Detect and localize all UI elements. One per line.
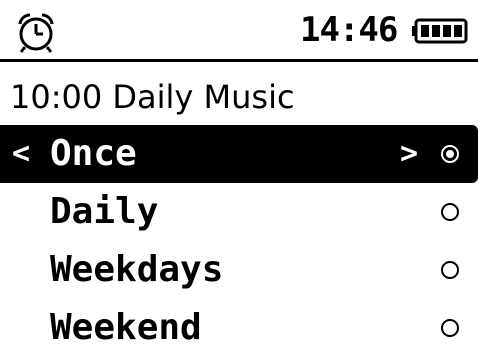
radio-selected-icon[interactable] (440, 144, 460, 164)
status-bar: 14:46 (0, 0, 478, 62)
option-label: Daily (50, 191, 159, 232)
alarm-clock-icon (18, 13, 54, 53)
option-label: Weekdays (50, 249, 224, 290)
option-label: Weekend (50, 307, 202, 348)
repeat-option-list: < Once > Daily Weekdays Weekend (0, 125, 478, 357)
clock-time: 14:46 (300, 10, 398, 50)
battery-full-icon (412, 18, 468, 44)
option-once[interactable]: < Once > (0, 125, 478, 183)
radio-unselected-icon[interactable] (440, 260, 460, 280)
option-weekend[interactable]: Weekend (0, 299, 478, 357)
option-daily[interactable]: Daily (0, 183, 478, 241)
option-label: Once (50, 133, 137, 174)
alarm-repeat-screen: 14:46 10:00 Daily Music < Once > Daily W… (0, 0, 478, 358)
chevron-right-icon[interactable]: > (400, 125, 418, 183)
radio-unselected-icon[interactable] (440, 318, 460, 338)
option-weekdays[interactable]: Weekdays (0, 241, 478, 299)
chevron-left-icon[interactable]: < (12, 125, 30, 183)
radio-unselected-icon[interactable] (440, 202, 460, 222)
alarm-title: 10:00 Daily Music (10, 78, 295, 116)
